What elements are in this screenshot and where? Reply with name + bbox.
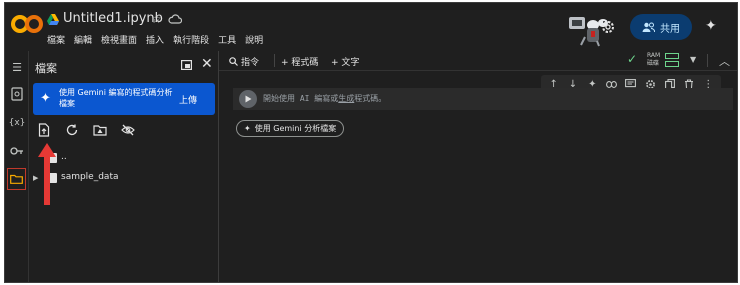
files-toolbar	[37, 123, 147, 139]
add-text-button[interactable]: + 文字	[331, 55, 359, 68]
gemini-banner-text: 使用 Gemini 編寫的程式碼分析檔案	[59, 88, 173, 108]
files-panel-title: 檔案	[35, 62, 57, 75]
app-header: Untitled1.ipynb ☆ 檔案 編輯 檢視畫面 插入 執行階段 工具 …	[5, 3, 737, 51]
search-icon	[229, 57, 238, 66]
folder-icon[interactable]	[7, 168, 26, 190]
resource-labels[interactable]: RAM 磁碟	[647, 52, 660, 68]
menu-file[interactable]: 檔案	[47, 33, 65, 46]
sparkle-icon: ✦	[40, 91, 51, 106]
left-rail: ☰ {x}	[5, 51, 29, 282]
star-icon[interactable]: ☆	[151, 12, 162, 26]
people-icon	[642, 22, 655, 32]
toolbar-divider	[707, 54, 708, 67]
notebook-toolbar: 指令 + 程式碼 + 文字 ✓ RAM 磁碟 ▼ ︿	[219, 51, 737, 71]
variables-icon[interactable]: {x}	[9, 115, 26, 131]
annotation-arrow	[38, 143, 56, 205]
tree-item-name: ..	[61, 152, 67, 162]
command-label: 指令	[241, 58, 260, 68]
menu-edit[interactable]: 編輯	[74, 33, 92, 46]
notebook-title[interactable]: Untitled1.ipynb	[63, 11, 163, 26]
search-icon[interactable]	[9, 86, 25, 102]
close-icon[interactable]: ✕	[201, 56, 213, 72]
placeholder-text: 開始使用 AI 編寫或	[263, 94, 339, 103]
share-label: 共用	[660, 23, 680, 35]
share-button[interactable]: 共用	[630, 14, 692, 40]
settings-icon[interactable]	[600, 19, 616, 35]
connected-check-icon: ✓	[627, 52, 638, 66]
gemini-analyze-button[interactable]: ✦ 使用 Gemini 分析檔案	[236, 120, 345, 137]
toolbar-divider	[274, 54, 275, 67]
command-palette-button[interactable]: 指令	[229, 55, 259, 68]
refresh-icon[interactable]	[65, 123, 79, 137]
key-icon[interactable]	[9, 143, 25, 159]
tree-row-sample-data[interactable]: ▶ sample_data	[29, 169, 219, 189]
disk-label: 磁碟	[647, 60, 660, 67]
tree-item-name: sample_data	[61, 172, 119, 182]
code-cell[interactable]: 開始使用 AI 編寫或生成程式碼。	[233, 88, 733, 110]
run-icon[interactable]	[239, 90, 257, 108]
gemini-banner[interactable]: ✦ 使用 Gemini 編寫的程式碼分析檔案 上傳	[33, 83, 215, 115]
files-panel: 檔案 ✕ ✦ 使用 Gemini 編寫的程式碼分析檔案 上傳 .. ▶ samp…	[29, 51, 219, 282]
colab-window: Untitled1.ipynb ☆ 檔案 編輯 檢視畫面 插入 執行階段 工具 …	[4, 2, 738, 283]
tree-row-parent[interactable]: ..	[29, 149, 219, 169]
chevron-down-icon[interactable]: ▼	[690, 55, 696, 64]
resource-bars[interactable]	[665, 53, 679, 68]
file-tree: .. ▶ sample_data	[29, 149, 219, 189]
chevron-up-icon[interactable]: ︿	[719, 53, 730, 69]
upload-file-icon[interactable]	[37, 123, 51, 137]
menu-tools[interactable]: 工具	[218, 33, 236, 46]
upload-button[interactable]: 上傳	[179, 93, 197, 106]
colab-logo-icon[interactable]	[11, 13, 43, 35]
cell-placeholder[interactable]: 開始使用 AI 編寫或生成程式碼。	[263, 93, 386, 104]
menu-bar: 檔案 編輯 檢視畫面 插入 執行階段 工具 說明	[47, 33, 263, 46]
gemini-analyze-label: 使用 Gemini 分析檔案	[254, 124, 337, 133]
menu-help[interactable]: 說明	[245, 33, 263, 46]
toc-icon[interactable]: ☰	[9, 59, 25, 75]
hidden-icon[interactable]	[121, 123, 135, 137]
new-window-icon[interactable]	[181, 60, 192, 70]
drive-folder-icon[interactable]	[93, 123, 107, 137]
sparkle-icon: ✦	[244, 124, 251, 133]
menu-insert[interactable]: 插入	[146, 33, 164, 46]
menu-view[interactable]: 檢視畫面	[101, 33, 137, 46]
add-code-button[interactable]: + 程式碼	[281, 55, 318, 68]
placeholder-text: 程式碼。	[354, 94, 387, 103]
drive-icon[interactable]	[47, 14, 59, 25]
cloud-icon[interactable]	[168, 13, 182, 25]
ram-label: RAM	[647, 52, 661, 59]
menu-runtime[interactable]: 執行階段	[173, 33, 209, 46]
sparkle-icon[interactable]: ✦	[705, 18, 717, 34]
notebook-main: 指令 + 程式碼 + 文字 ✓ RAM 磁碟 ▼ ︿ ↑ ↓ ✦ ⋮ 開始使用 …	[219, 51, 737, 282]
generate-link[interactable]: 生成	[338, 94, 354, 103]
